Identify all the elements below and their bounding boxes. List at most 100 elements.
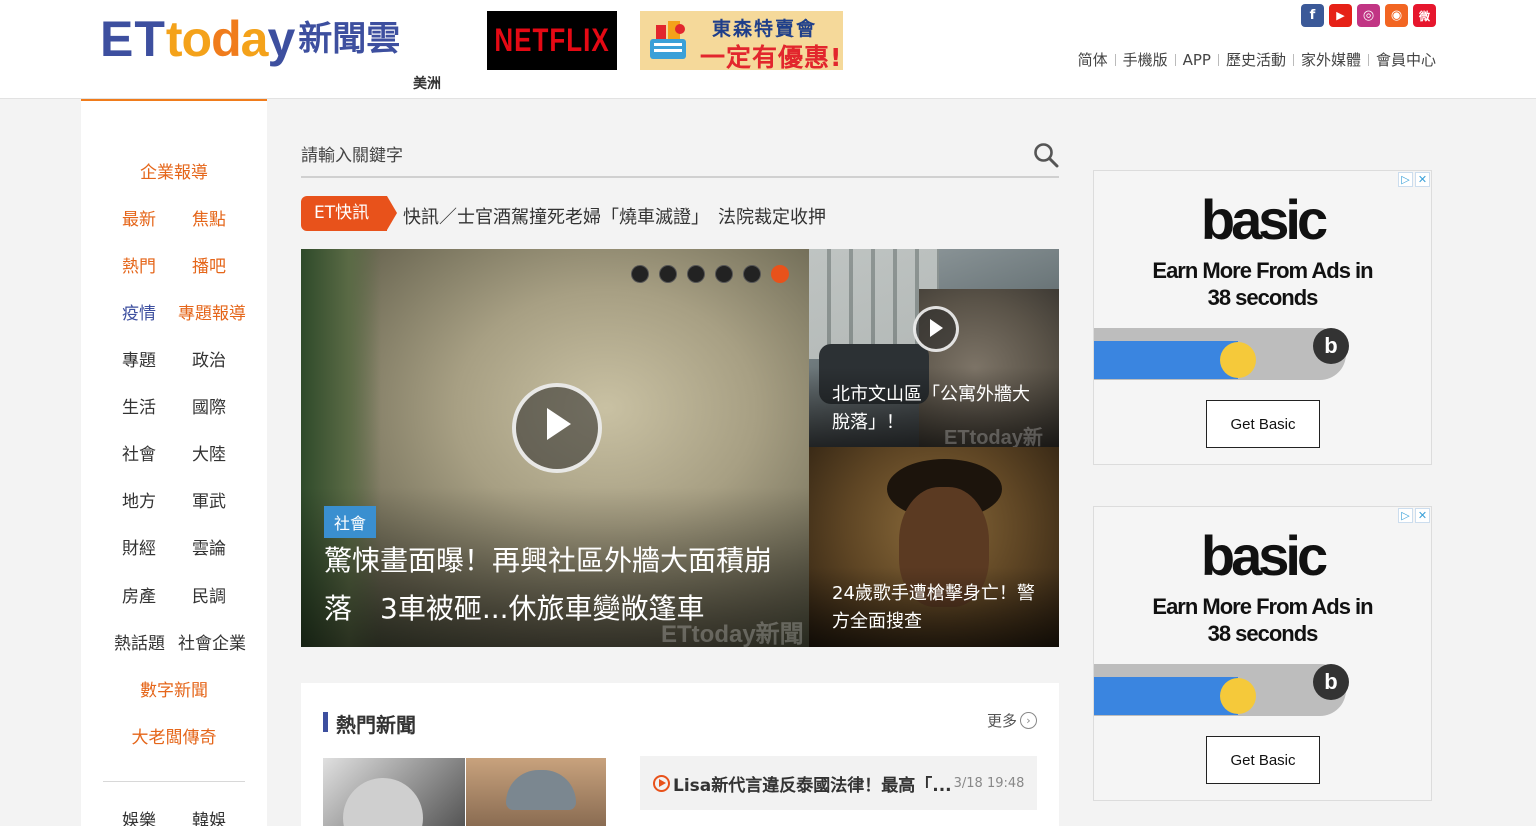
news-thumbnail[interactable] [323,758,465,826]
nav-item-poll[interactable]: 民調 [192,582,226,607]
basic-logo-icon: b [1313,664,1349,700]
nav-item-opinion[interactable]: 雲論 [192,534,226,559]
hot-news-section: 熱門新聞 更多 › Lisa新代言違反泰國法律！最高「... 3/18 19:4… [301,683,1059,826]
link-simplified[interactable]: 简体 [1078,49,1108,70]
ad-tagline-line: Earn More From Ads in [1152,594,1373,619]
slider-dot[interactable] [715,265,733,283]
youtube-icon[interactable]: ▶ [1329,4,1352,27]
news-item-time: 3/18 19:48 [953,775,1025,791]
nav-item-entertainment[interactable]: 娛樂 [122,806,156,826]
basic-logo-icon: b [1313,328,1349,364]
adchoices-icon[interactable]: ▷ ✕ [1398,172,1430,187]
ad-banner[interactable]: ▷ ✕ basic Earn More From Ads in 38 seconds… [1093,170,1432,465]
adchoices-icon[interactable]: ▷ ✕ [1398,508,1430,523]
ad-banner[interactable]: ▷ ✕ basic Earn More From Ads in 38 seconds… [1093,506,1432,801]
flash-news-text[interactable]: 快訊／士官酒駕撞死老婦「燒車滅證」 法院裁定收押 [403,203,826,229]
ad-progress-fill [1094,677,1238,715]
ad-tagline: Earn More From Ads in 38 seconds [1094,257,1431,311]
side-slide-1[interactable]: ETtoday新 北市文山區「公寓外牆大脫落」！ [809,249,1059,447]
nav-item-special-report[interactable]: 專題報導 [178,299,246,324]
slider-dot[interactable] [659,265,677,283]
side-slide-2[interactable]: 24歲歌手遭槍擊身亡！警方全面搜查 [809,447,1059,647]
side-slide-title[interactable]: 北市文山區「公寓外牆大脫落」！ [832,381,1047,437]
nav-item-social-enterprise[interactable]: 社會企業 [178,629,246,654]
slider-dots [631,265,789,283]
nav-item-life[interactable]: 生活 [122,393,156,418]
nav-item-hot-topics[interactable]: 熱話題 [114,629,165,654]
ad-tagline-line: 38 seconds [1207,621,1319,646]
ad-brand: basic [1200,188,1328,251]
slider-dot[interactable] [771,265,789,283]
divider [1114,53,1116,66]
left-nav: 企業報導 最新 焦點 熱門 播吧 疫情 專題報導 專題 政治 生活 國際 社會 … [81,99,267,826]
adchoice-info: ▷ [1398,508,1413,523]
slider-dot[interactable] [687,265,705,283]
nav-item-finance[interactable]: 財經 [122,534,156,559]
shopping-basket-icon [650,21,686,59]
nav-divider [103,781,245,782]
nav-item-podcast[interactable]: 播吧 [192,252,226,277]
play-icon[interactable] [913,306,959,352]
nav-item-focus[interactable]: 焦點 [192,205,226,230]
nav-item-local[interactable]: 地方 [122,487,156,512]
site-logo[interactable]: ET today 新聞雲 [100,8,400,70]
nav-item-mainland[interactable]: 大陸 [192,440,226,465]
search-icon[interactable] [1033,142,1059,168]
region-label[interactable]: 美洲 [413,73,441,93]
nav-item-digital-news[interactable]: 數字新聞 [81,676,267,701]
search-input[interactable] [301,138,1021,174]
nav-item-international[interactable]: 國際 [192,393,226,418]
nav-item-military[interactable]: 軍武 [192,487,226,512]
promo-line-1: 東森特賣會 [712,18,818,40]
slider-dot[interactable] [743,265,761,283]
get-basic-button[interactable]: Get Basic [1206,736,1320,784]
ad-brand: basic [1200,524,1328,587]
nav-item-topics[interactable]: 專題 [122,346,156,371]
ad-progress-knob [1220,342,1256,378]
nav-item-corporate[interactable]: 企業報導 [81,158,267,183]
nav-item-politics[interactable]: 政治 [192,346,226,371]
featured-slide[interactable]: 社會 驚悚畫面曝！再興社區外牆大面積崩落 3車被砸...休旅車變敞篷車 ETto… [301,249,809,647]
weibo-icon[interactable]: 微 [1413,4,1436,27]
link-mobile[interactable]: 手機版 [1123,49,1168,70]
nav-item-tycoon[interactable]: 大老闆傳奇 [81,723,267,748]
news-item-title: Lisa新代言違反泰國法律！最高「... [673,775,952,796]
social-links: f ▶ ◎ ◉ 微 [1301,4,1436,27]
section-title: 熱門新聞 [336,713,416,737]
nav-item-society[interactable]: 社會 [122,440,156,465]
logo-today-part: y [267,11,295,67]
rss-icon[interactable]: ◉ [1385,4,1408,27]
netflix-logo-text: NETFLIX [494,21,610,59]
get-basic-button[interactable]: Get Basic [1206,400,1320,448]
nav-item-property[interactable]: 房產 [122,582,156,607]
promo-banner[interactable]: 東森特賣會 一定有優惠! [640,11,843,70]
news-list-item[interactable]: Lisa新代言違反泰國法律！最高「... 3/18 19:48 [640,756,1037,810]
logo-today-text: today [166,11,295,67]
link-app[interactable]: APP [1183,51,1211,69]
link-outdoor-media[interactable]: 家外媒體 [1301,49,1361,70]
logo-chinese-text: 新聞雲 [298,19,401,59]
netflix-banner[interactable]: NETFLIX [487,11,617,70]
category-tag[interactable]: 社會 [324,506,377,538]
thumbnail-figure [343,778,423,826]
nav-item-epidemic[interactable]: 疫情 [122,299,156,324]
news-thumbnail[interactable] [466,758,606,826]
nav-item-hot[interactable]: 熱門 [122,252,156,277]
facebook-icon[interactable]: f [1301,4,1324,27]
more-link[interactable]: 更多 › [987,710,1037,731]
thumbnail-figure [506,770,576,810]
section-marker [323,712,328,732]
logo-et-text: ET [100,11,166,67]
adchoice-info: ▷ [1398,172,1413,187]
instagram-icon[interactable]: ◎ [1357,4,1380,27]
ad-progress-fill [1094,341,1238,379]
link-history-events[interactable]: 歷史活動 [1226,49,1286,70]
chevron-right-circle-icon: › [1020,712,1037,729]
nav-item-latest[interactable]: 最新 [122,205,156,230]
side-slide-title[interactable]: 24歲歌手遭槍擊身亡！警方全面搜查 [832,580,1047,636]
slider-dot[interactable] [631,265,649,283]
link-member-center[interactable]: 會員中心 [1376,49,1436,70]
nav-item-korean[interactable]: 韓娛 [192,806,226,826]
more-label: 更多 [986,712,1017,730]
play-icon[interactable] [512,383,602,473]
